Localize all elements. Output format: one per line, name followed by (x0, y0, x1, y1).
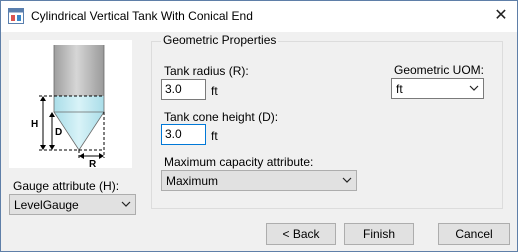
chevron-down-icon (469, 85, 479, 91)
tank-radius-unit: ft (211, 84, 218, 98)
geometric-properties-title: Geometric Properties (161, 33, 279, 47)
title-bar[interactable]: Cylindrical Vertical Tank With Conical E… (1, 1, 517, 32)
diagram-label-h: H (31, 119, 38, 130)
tank-cone-height-unit: ft (211, 129, 218, 143)
app-window-icon (8, 8, 24, 24)
finish-button[interactable]: Finish (344, 223, 414, 245)
tank-cone-height-field[interactable] (161, 124, 206, 145)
maximum-capacity-value: Maximum (166, 174, 219, 188)
tank-diagram: H D R (9, 40, 132, 170)
tank-radius-label: Tank radius (R): (164, 64, 249, 78)
tank-cone-height-label: Tank cone height (D): (164, 110, 279, 124)
conical-tank-illustration: H D R (31, 45, 105, 170)
maximum-capacity-dropdown[interactable]: Maximum (161, 170, 357, 191)
close-button[interactable]: ✕ (489, 5, 513, 27)
maximum-capacity-label: Maximum capacity attribute: (164, 155, 314, 169)
gauge-attribute-dropdown[interactable]: LevelGauge (9, 194, 136, 215)
tank-cylinder-shell (54, 45, 104, 96)
tank-radius-input[interactable] (165, 82, 202, 96)
diagram-label-r: R (89, 159, 97, 168)
tank-cone-height-input[interactable] (165, 127, 202, 141)
geometric-uom-value: ft (396, 82, 403, 96)
chevron-down-icon (121, 201, 131, 207)
tank-radius-field[interactable] (161, 79, 206, 100)
close-icon: ✕ (494, 7, 508, 24)
diagram-label-d: D (55, 127, 62, 138)
geometric-uom-label: Geometric UOM: (394, 63, 485, 77)
cancel-button[interactable]: Cancel (438, 223, 510, 245)
chevron-down-icon (342, 177, 352, 183)
dialog-window: Cylindrical Vertical Tank With Conical E… (0, 0, 518, 252)
window-title: Cylindrical Vertical Tank With Conical E… (31, 9, 253, 23)
liquid-cylinder-section (54, 96, 104, 112)
gauge-attribute-label: Gauge attribute (H): (13, 179, 120, 193)
dialog-client-area: H D R Gauge attribute (H): LevelGauge Ge… (1, 32, 517, 251)
geometric-uom-dropdown[interactable]: ft (391, 78, 484, 99)
back-button[interactable]: < Back (266, 223, 336, 245)
gauge-attribute-value: LevelGauge (14, 198, 79, 212)
